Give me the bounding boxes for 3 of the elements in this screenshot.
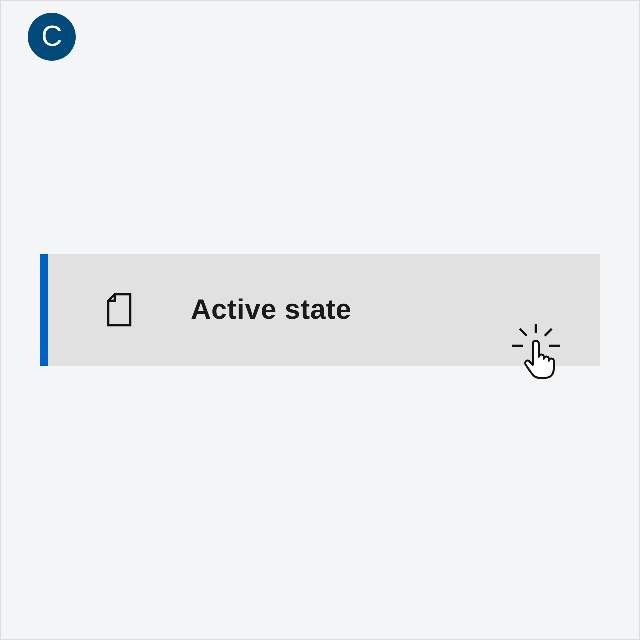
- avatar-badge: C: [28, 13, 76, 61]
- nav-label: Active state: [191, 294, 352, 326]
- document-icon: [107, 293, 132, 327]
